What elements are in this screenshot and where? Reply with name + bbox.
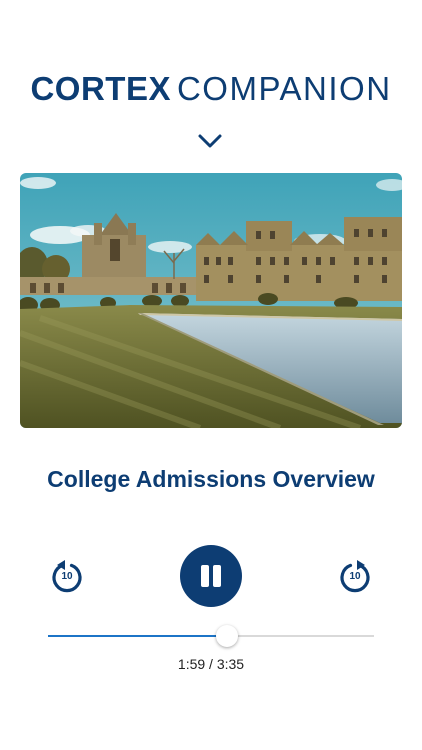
logo-bold-text: CORTEX — [30, 70, 171, 107]
forward-10-button[interactable]: 10 — [338, 557, 372, 593]
time-display: 1:59 / 3:35 — [177, 656, 245, 672]
progress-fill — [48, 635, 228, 637]
pause-button[interactable] — [180, 545, 242, 607]
playback-controls: 10 10 — [0, 545, 422, 607]
album-artwork — [20, 173, 402, 428]
pause-icon — [201, 565, 209, 587]
rewind-10-button[interactable]: 10 — [50, 557, 84, 593]
progress-slider[interactable] — [48, 624, 374, 648]
forward-seconds-label: 10 — [349, 571, 361, 582]
rewind-seconds-label: 10 — [61, 571, 73, 582]
progress-thumb[interactable] — [216, 625, 239, 647]
chevron-down-icon[interactable] — [197, 131, 223, 151]
track-title: College Admissions Overview — [47, 466, 375, 492]
logo-light-text: COMPANION — [176, 70, 392, 107]
player-screen: CORTEX COMPANION College Admissions Over… — [0, 0, 422, 750]
app-logo: CORTEX COMPANION — [0, 70, 422, 108]
